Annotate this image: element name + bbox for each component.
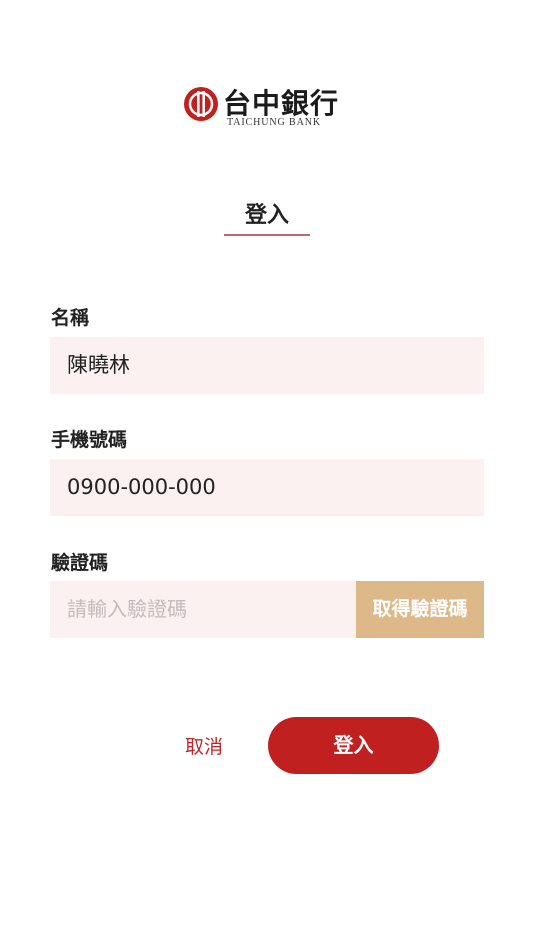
phone-value[interactable]: 0900-000-000: [67, 459, 216, 516]
phone-label: 手機號碼: [51, 429, 128, 451]
get-code-button[interactable]: 取得驗證碼: [356, 581, 484, 638]
name-label: 名稱: [51, 307, 90, 329]
code-placeholder[interactable]: 請輸入驗證碼: [67, 581, 187, 638]
page-title: 登入: [244, 203, 289, 228]
cancel-button[interactable]: 取消: [168, 732, 240, 759]
bank-logo: 台中銀行 TAICHUNG BANK: [183, 80, 353, 130]
name-field[interactable]: 陳曉林: [50, 337, 484, 394]
code-label: 驗證碼: [51, 552, 109, 574]
bank-name: 台中銀行: [223, 87, 340, 120]
name-value[interactable]: 陳曉林: [67, 337, 130, 394]
phone-field[interactable]: 0900-000-000: [50, 459, 484, 516]
verification-code-field[interactable]: 請輸入驗證碼 取得驗證碼: [50, 581, 484, 638]
title-underline: [224, 234, 310, 236]
bank-subtitle: TAICHUNG BANK: [227, 117, 321, 128]
bank-logo-icon: [184, 87, 218, 121]
login-button[interactable]: 登入: [268, 717, 439, 774]
